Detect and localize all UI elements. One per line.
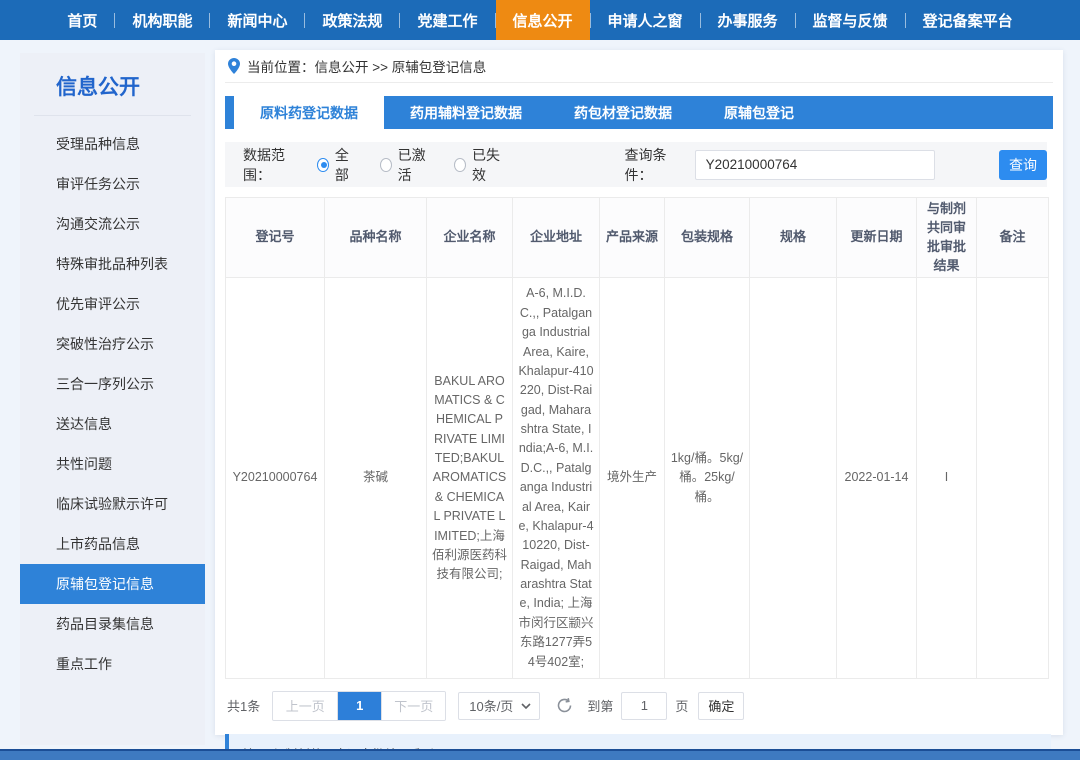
sidebar-item-0[interactable]: 受理品种信息	[20, 124, 205, 164]
pagination: 共1条 上一页 1 下一页 10条/页 到第 页 确定	[225, 691, 1053, 721]
nav-item-4[interactable]: 党建工作	[400, 0, 494, 40]
breadcrumb: 当前位置：信息公开 >> 原辅包登记信息	[225, 50, 1053, 83]
table-cell: 2022-01-14	[837, 278, 917, 679]
sidebar-item-9[interactable]: 临床试验默示许可	[20, 484, 205, 524]
total-count: 共1条	[227, 696, 260, 715]
column-header-3: 企业地址	[513, 198, 600, 278]
nav-item-1[interactable]: 机构职能	[115, 0, 209, 40]
tab-1[interactable]: 药用辅料登记数据	[384, 96, 548, 129]
table-cell: 1kg/桶。5kg/桶。25kg/桶。	[665, 278, 750, 679]
prev-page-button[interactable]: 上一页	[273, 692, 337, 720]
query-input[interactable]	[695, 150, 935, 180]
tab-0[interactable]: 原料药登记数据	[234, 96, 384, 129]
query-label: 查询条件：	[624, 145, 686, 185]
radio-icon	[380, 158, 392, 172]
refresh-icon[interactable]	[556, 697, 573, 714]
table-cell: BAKUL AROMATICS & CHEMICAL PRIVATE LIMIT…	[427, 278, 513, 679]
page-number-button[interactable]: 1	[337, 692, 381, 720]
search-button[interactable]: 查询	[999, 150, 1047, 180]
radio-group: 全部已激活已失效	[317, 145, 528, 185]
scope-label: 数据范围：	[243, 145, 305, 185]
next-page-button[interactable]: 下一页	[381, 692, 445, 720]
footer-bar	[0, 749, 1080, 760]
radio-option-0[interactable]: 全部	[317, 145, 358, 185]
radio-icon	[454, 158, 466, 172]
sidebar-items: 受理品种信息审评任务公示沟通交流公示特殊审批品种列表优先审评公示突破性治疗公示三…	[20, 116, 205, 684]
sidebar-item-8[interactable]: 共性问题	[20, 444, 205, 484]
column-header-8: 与制剂共同审批审批结果	[917, 198, 977, 278]
pager-buttons: 上一页 1 下一页	[272, 691, 446, 721]
table-cell	[977, 278, 1049, 679]
filter-bar: 数据范围： 全部已激活已失效 查询条件： 查询	[225, 142, 1047, 187]
table-body: Y20210000764茶碱BAKUL AROMATICS & CHEMICAL…	[226, 278, 1049, 679]
sidebar-item-11[interactable]: 原辅包登记信息	[20, 564, 205, 604]
column-header-6: 规格	[750, 198, 837, 278]
table-cell: A-6, M.I.D.C.,, Patalganga Industrial Ar…	[513, 278, 600, 679]
confirm-button[interactable]: 确定	[698, 692, 744, 720]
chevron-down-icon	[521, 703, 531, 709]
radio-icon	[317, 158, 329, 172]
table-cell: I	[917, 278, 977, 679]
sidebar-item-7[interactable]: 送达信息	[20, 404, 205, 444]
radio-option-1[interactable]: 已激活	[380, 145, 432, 185]
radio-option-2[interactable]: 已失效	[454, 145, 506, 185]
table-cell: Y20210000764	[226, 278, 325, 679]
sidebar-item-5[interactable]: 突破性治疗公示	[20, 324, 205, 364]
column-header-4: 产品来源	[600, 198, 665, 278]
column-header-0: 登记号	[226, 198, 325, 278]
nav-item-0[interactable]: 首页	[50, 0, 114, 40]
sidebar-item-12[interactable]: 药品目录集信息	[20, 604, 205, 644]
content-panel: 当前位置：信息公开 >> 原辅包登记信息 原料药登记数据药用辅料登记数据药包材登…	[215, 50, 1063, 735]
page-size-select[interactable]: 10条/页	[458, 692, 540, 720]
results-table: 登记号品种名称企业名称企业地址产品来源包装规格规格更新日期与制剂共同审批审批结果…	[225, 197, 1049, 679]
sidebar-item-13[interactable]: 重点工作	[20, 644, 205, 684]
nav-item-6[interactable]: 申请人之窗	[591, 0, 700, 40]
goto-page-input[interactable]	[621, 692, 667, 720]
sidebar-item-1[interactable]: 审评任务公示	[20, 164, 205, 204]
column-header-7: 更新日期	[837, 198, 917, 278]
table-cell: 茶碱	[325, 278, 427, 679]
goto-label: 到第	[587, 696, 613, 715]
page: 首页机构职能新闻中心政策法规党建工作信息公开申请人之窗办事服务监督与反馈登记备案…	[0, 0, 1080, 760]
sidebar: 信息公开 受理品种信息审评任务公示沟通交流公示特殊审批品种列表优先审评公示突破性…	[20, 53, 205, 745]
top-nav: 首页机构职能新闻中心政策法规党建工作信息公开申请人之窗办事服务监督与反馈登记备案…	[0, 0, 1080, 40]
tab-bar: 原料药登记数据药用辅料登记数据药包材登记数据原辅包登记	[225, 96, 1053, 129]
column-header-9: 备注	[977, 198, 1049, 278]
nav-item-7[interactable]: 办事服务	[701, 0, 795, 40]
table-row: Y20210000764茶碱BAKUL AROMATICS & CHEMICAL…	[226, 278, 1049, 679]
nav-item-9[interactable]: 登记备案平台	[906, 0, 1030, 40]
sidebar-item-3[interactable]: 特殊审批品种列表	[20, 244, 205, 284]
sidebar-item-4[interactable]: 优先审评公示	[20, 284, 205, 324]
nav-item-2[interactable]: 新闻中心	[210, 0, 304, 40]
column-header-1: 品种名称	[325, 198, 427, 278]
sidebar-item-2[interactable]: 沟通交流公示	[20, 204, 205, 244]
nav-item-5[interactable]: 信息公开	[496, 0, 590, 40]
tab-2[interactable]: 药包材登记数据	[548, 96, 698, 129]
nav-item-8[interactable]: 监督与反馈	[796, 0, 905, 40]
column-header-5: 包装规格	[665, 198, 750, 278]
nav-item-3[interactable]: 政策法规	[305, 0, 399, 40]
location-pin-icon	[228, 58, 240, 74]
table-cell: 境外生产	[600, 278, 665, 679]
table-cell	[750, 278, 837, 679]
sidebar-item-10[interactable]: 上市药品信息	[20, 524, 205, 564]
breadcrumb-text: 当前位置：信息公开 >> 原辅包登记信息	[247, 56, 486, 76]
goto-suffix: 页	[675, 696, 688, 715]
sidebar-item-6[interactable]: 三合一序列公示	[20, 364, 205, 404]
column-header-2: 企业名称	[427, 198, 513, 278]
sidebar-title: 信息公开	[34, 69, 191, 116]
tab-3[interactable]: 原辅包登记	[698, 96, 820, 129]
page-size-value: 10条/页	[469, 696, 513, 715]
table-header-row: 登记号品种名称企业名称企业地址产品来源包装规格规格更新日期与制剂共同审批审批结果…	[226, 198, 1049, 278]
